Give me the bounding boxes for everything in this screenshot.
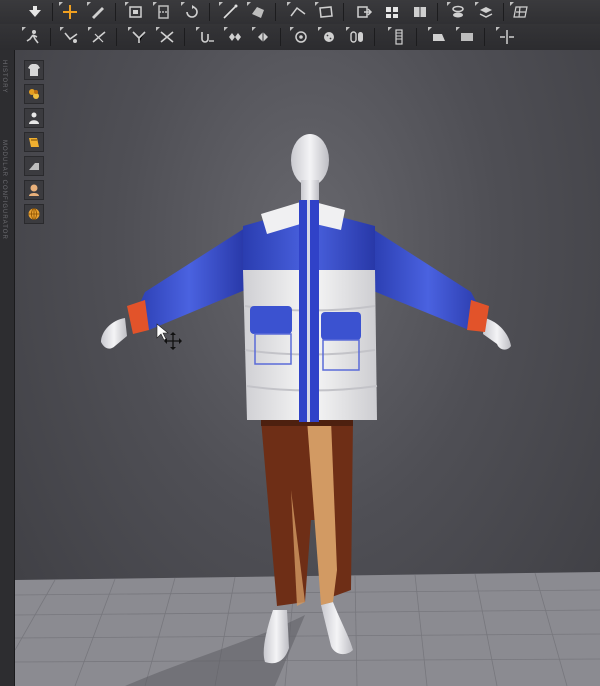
puzzle-icon[interactable]	[252, 27, 274, 47]
toolbar-separator	[115, 3, 116, 21]
panel-label-modular-configurator[interactable]: MODULAR CONFIGURATOR	[1, 140, 7, 240]
panel-label-history[interactable]: HISTORY	[1, 60, 7, 93]
jacket-garment[interactable]	[127, 200, 489, 422]
toolbar-separator	[275, 3, 276, 21]
zipper-tool-icon[interactable]	[388, 27, 410, 47]
3d-scene[interactable]	[15, 50, 600, 686]
export-icon[interactable]	[353, 2, 375, 22]
grid-icon[interactable]	[510, 2, 532, 22]
toolbar-separator	[52, 3, 53, 21]
toolbar-separator	[184, 28, 185, 46]
move-cross-icon[interactable]	[59, 2, 81, 22]
clo3d-window: HISTORY MODULAR CONFIGURATOR	[0, 0, 600, 686]
toolbar-separator	[416, 28, 417, 46]
toolbar-separator	[116, 28, 117, 46]
button-add-icon[interactable]	[318, 27, 340, 47]
select-mesh-icon[interactable]	[290, 27, 312, 47]
toolbar-separator	[343, 3, 344, 21]
trim-icon[interactable]	[456, 27, 478, 47]
buttonhole-icon[interactable]	[346, 27, 368, 47]
download-arrow-icon[interactable]	[24, 2, 46, 22]
rotate-icon[interactable]	[181, 2, 203, 22]
simulate-avatar-icon[interactable]	[22, 27, 44, 47]
globe-icon[interactable]	[24, 204, 44, 224]
toolbar-separator	[503, 3, 504, 21]
toolbar-separator	[437, 3, 438, 21]
fabric-swatch-icon[interactable]	[24, 84, 44, 104]
move-cursor-icon	[164, 332, 182, 350]
needle-icon[interactable]	[88, 27, 110, 47]
toolbar-separator	[50, 28, 51, 46]
sew-icon[interactable]	[128, 27, 150, 47]
tack-icon[interactable]	[196, 27, 218, 47]
fabric-icon[interactable]	[381, 2, 403, 22]
avatar-icon[interactable]	[24, 108, 44, 128]
button-icon[interactable]	[409, 2, 431, 22]
transform-icon[interactable]	[125, 2, 147, 22]
elastic-icon[interactable]	[428, 27, 450, 47]
polygon-icon[interactable]	[247, 2, 269, 22]
pattern-pieces-icon[interactable]	[224, 27, 246, 47]
stitch-icon[interactable]	[24, 132, 44, 152]
align-icon[interactable]	[496, 27, 518, 47]
line-icon[interactable]	[219, 2, 241, 22]
toolbar-separator	[280, 28, 281, 46]
main-toolbar	[0, 0, 600, 25]
mouse-pointer-icon	[156, 323, 169, 341]
fold-icon[interactable]	[153, 2, 175, 22]
toolbar-separator	[484, 28, 485, 46]
layers-icon[interactable]	[475, 2, 497, 22]
garment-icon[interactable]	[24, 60, 44, 80]
secondary-toolbar	[0, 24, 600, 51]
collapsed-side-panels[interactable]: HISTORY MODULAR CONFIGURATOR	[0, 50, 15, 686]
toolbar-separator	[209, 3, 210, 21]
rectangle-icon[interactable]	[315, 2, 337, 22]
pin-icon[interactable]	[60, 27, 82, 47]
zipper-icon[interactable]	[447, 2, 469, 22]
edit-pattern-icon[interactable]	[87, 2, 109, 22]
free-sew-icon[interactable]	[156, 27, 178, 47]
floor-grid	[15, 572, 600, 686]
toolbar-separator	[374, 28, 375, 46]
avatar-head-icon[interactable]	[24, 180, 44, 200]
viewport-tool-column	[24, 60, 44, 228]
3d-viewport[interactable]	[15, 50, 600, 686]
fold-tool-icon[interactable]	[24, 156, 44, 176]
segment-icon[interactable]	[287, 2, 309, 22]
